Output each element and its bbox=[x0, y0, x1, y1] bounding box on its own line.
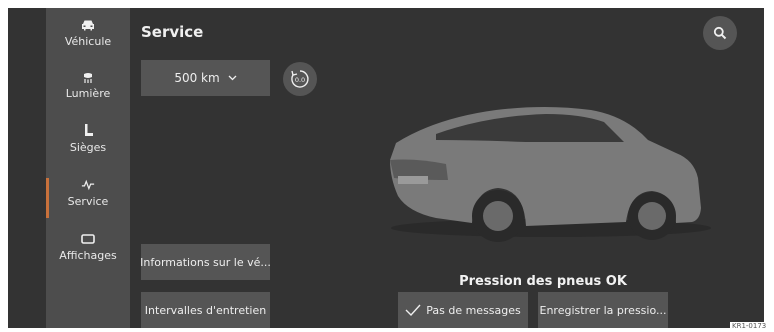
display-icon bbox=[81, 232, 95, 246]
sidebar-item-label: Service bbox=[67, 195, 109, 208]
pulse-icon bbox=[81, 178, 95, 192]
sidebar-item-displays[interactable]: Affichages bbox=[46, 228, 130, 280]
reset-button[interactable]: 0.0 bbox=[283, 62, 317, 96]
figure-reference: KR1-0173 bbox=[730, 322, 769, 330]
car-image bbox=[390, 107, 711, 242]
save-pressure-button[interactable]: Enregistrer la pressio... bbox=[538, 292, 668, 328]
no-messages-button[interactable]: Pas de messages bbox=[398, 292, 528, 328]
chevron-down-icon bbox=[228, 75, 237, 81]
sidebar-item-label: Affichages bbox=[59, 249, 117, 262]
no-messages-label: Pas de messages bbox=[426, 303, 521, 317]
sidebar-item-vehicle[interactable]: Véhicule bbox=[46, 14, 130, 66]
sidebar-item-seats[interactable]: Sièges bbox=[46, 120, 130, 172]
maintenance-intervals-button[interactable]: Intervalles d'entretien bbox=[141, 292, 270, 328]
active-indicator bbox=[46, 178, 49, 218]
sidebar-item-label: Lumière bbox=[65, 87, 111, 100]
sidebar-item-label: Sièges bbox=[69, 141, 107, 154]
car-icon bbox=[81, 18, 95, 32]
headlight-icon bbox=[81, 70, 95, 84]
sidebar-item-light[interactable]: Lumière bbox=[46, 66, 130, 118]
page-title: Service bbox=[141, 23, 204, 41]
search-button[interactable] bbox=[703, 16, 737, 50]
checkmark-icon bbox=[405, 304, 421, 316]
sidebar-item-service[interactable]: Service bbox=[46, 174, 130, 226]
sidebar-item-label: Véhicule bbox=[64, 35, 112, 48]
distance-dropdown[interactable]: 500 km bbox=[141, 60, 270, 96]
reset-label: 0.0 bbox=[295, 76, 305, 84]
seat-icon bbox=[81, 124, 95, 138]
screen: Véhicule Lumière Sièges Service Affichag… bbox=[8, 8, 764, 328]
sidebar: Véhicule Lumière Sièges Service Affichag… bbox=[46, 8, 130, 328]
distance-value: 500 km bbox=[174, 71, 220, 85]
tyre-pressure-status: Pression des pneus OK bbox=[459, 274, 627, 289]
vehicle-info-button[interactable]: Informations sur le vé... bbox=[140, 244, 271, 280]
search-icon bbox=[713, 26, 727, 40]
reset-icon: 0.0 bbox=[291, 70, 309, 88]
